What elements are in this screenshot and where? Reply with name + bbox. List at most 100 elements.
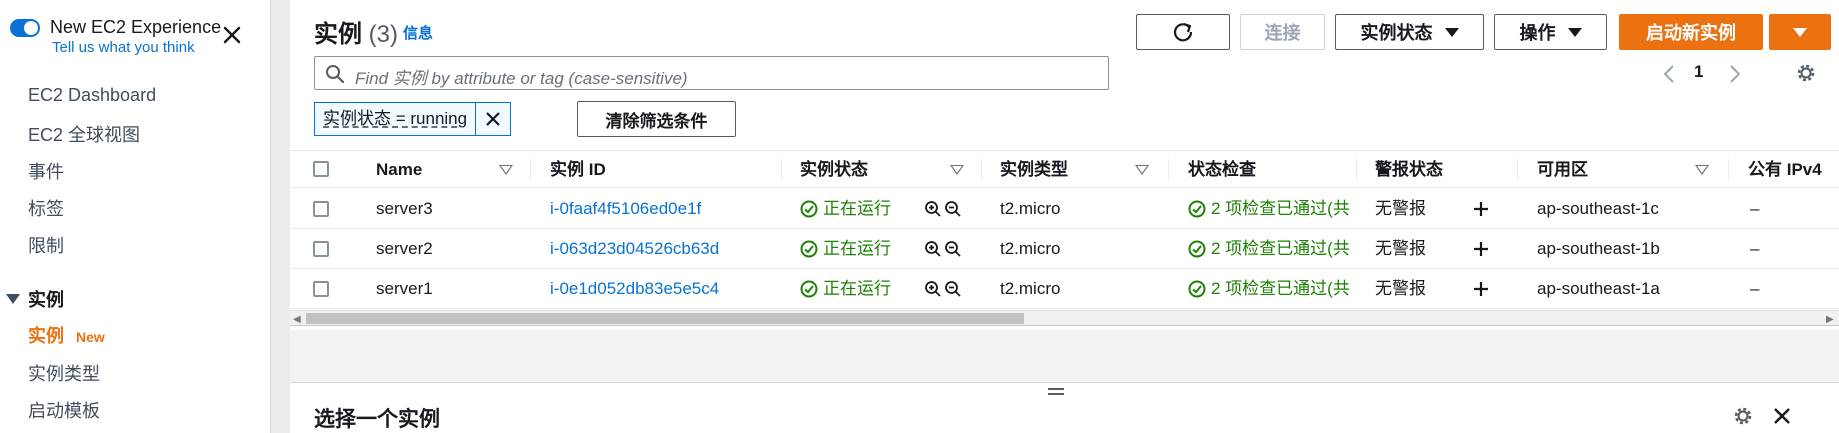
actions-label: 操作 bbox=[1519, 23, 1556, 43]
zoom-controls bbox=[924, 240, 962, 258]
zoom-in-icon[interactable] bbox=[924, 240, 942, 258]
sidebar-item-tags[interactable]: 标签 bbox=[28, 195, 64, 221]
column-header-public-ipv4[interactable]: 公有 IPv4 bbox=[1748, 151, 1822, 188]
instance-id-link[interactable]: i-063d23d04526cb63d bbox=[550, 229, 719, 269]
chevron-right-icon[interactable] bbox=[1728, 64, 1742, 84]
zoom-out-icon[interactable] bbox=[944, 280, 962, 298]
refresh-icon bbox=[1173, 22, 1193, 42]
connect-button[interactable]: 连接 bbox=[1240, 14, 1325, 50]
column-header-name[interactable]: Name bbox=[376, 151, 422, 188]
filter-token-label[interactable]: 实例状态 = running bbox=[315, 103, 477, 135]
status-ok-icon bbox=[800, 240, 818, 258]
refresh-button[interactable] bbox=[1136, 14, 1230, 50]
page-number[interactable]: 1 bbox=[1694, 62, 1703, 82]
sidebar-item-limits[interactable]: 限制 bbox=[28, 232, 64, 258]
instance-type: t2.micro bbox=[1000, 199, 1061, 218]
table-header: Name 实例 ID 实例状态 实例类型 状态检查 警报状态 可用区 公有 IP… bbox=[290, 150, 1839, 188]
status-check[interactable]: 2 项检查已通过(共 bbox=[1188, 189, 1350, 229]
sidebar-scrollbar[interactable] bbox=[270, 0, 290, 433]
scrollbar-thumb[interactable] bbox=[306, 313, 1024, 324]
remove-filter-button[interactable] bbox=[476, 103, 510, 135]
zoom-out-icon[interactable] bbox=[944, 240, 962, 258]
zoom-controls bbox=[924, 280, 962, 298]
new-experience-toggle-row: New EC2 Experience Tell us what you thin… bbox=[10, 16, 221, 58]
instance-state-text: 正在运行 bbox=[823, 199, 891, 218]
status-ok-icon bbox=[1188, 240, 1206, 258]
launch-instance-button[interactable]: 启动新实例 bbox=[1619, 14, 1763, 50]
sort-icon[interactable] bbox=[1135, 165, 1149, 175]
table-row[interactable]: server1 i-0e1d052db83e5e5c4 正在运行 t2.micro 2 … bbox=[290, 269, 1839, 309]
plus-icon[interactable] bbox=[1472, 240, 1490, 258]
chevron-left-icon[interactable] bbox=[1662, 64, 1676, 84]
instance-state: 正在运行 bbox=[800, 189, 891, 229]
column-header-alarm-status[interactable]: 警报状态 bbox=[1375, 151, 1443, 188]
new-experience-toggle[interactable] bbox=[10, 19, 40, 37]
scroll-left-arrow[interactable]: ◀ bbox=[293, 314, 301, 325]
table-row[interactable]: server3 i-0faaf4f5106ed0e1f 正在运行 t2.micro 2 … bbox=[290, 189, 1839, 229]
filter-token[interactable]: 实例状态 = running bbox=[314, 102, 512, 136]
instance-id-link[interactable]: i-0e1d052db83e5e5c4 bbox=[550, 269, 719, 309]
availability-zone: ap-southeast-1c bbox=[1537, 199, 1659, 218]
column-header-availability-zone[interactable]: 可用区 bbox=[1537, 151, 1588, 188]
status-ok-icon bbox=[800, 200, 818, 218]
close-icon[interactable] bbox=[221, 24, 243, 46]
zoom-in-icon[interactable] bbox=[924, 280, 942, 298]
new-experience-title: New EC2 Experience bbox=[50, 17, 222, 37]
zoom-in-icon[interactable] bbox=[924, 200, 942, 218]
status-check[interactable]: 2 项检查已通过(共 bbox=[1188, 229, 1350, 269]
split-panel: 选择一个实例 bbox=[290, 382, 1839, 433]
split-panel-title: 选择一个实例 bbox=[314, 408, 440, 431]
search-input[interactable]: Find 实例 by attribute or tag (case-sensit… bbox=[314, 56, 1109, 90]
sidebar-item-global-view[interactable]: EC2 全球视图 bbox=[28, 121, 140, 147]
zoom-controls bbox=[924, 200, 962, 218]
settings-icon[interactable] bbox=[1732, 405, 1754, 427]
column-header-status-check[interactable]: 状态检查 bbox=[1188, 151, 1256, 188]
sidebar-section-instances[interactable]: 实例 bbox=[6, 286, 64, 312]
zoom-out-icon[interactable] bbox=[944, 200, 962, 218]
scroll-right-arrow[interactable]: ▶ bbox=[1826, 314, 1834, 325]
plus-icon[interactable] bbox=[1472, 280, 1490, 298]
clear-filters-button[interactable]: 清除筛选条件 bbox=[577, 101, 736, 137]
row-checkbox[interactable] bbox=[313, 241, 329, 257]
sidebar-item-launch-templates[interactable]: 启动模板 bbox=[28, 397, 100, 423]
split-panel-resize-handle[interactable] bbox=[1048, 388, 1064, 398]
column-header-instance-type[interactable]: 实例类型 bbox=[1000, 151, 1068, 188]
status-ok-icon bbox=[1188, 280, 1206, 298]
settings-icon[interactable] bbox=[1795, 62, 1817, 84]
sidebar-item-label: 实例 bbox=[28, 326, 64, 346]
sort-icon[interactable] bbox=[499, 165, 513, 175]
search-icon bbox=[326, 65, 345, 84]
main-content: 实例 (3) 信息 连接 实例状态 操作 启动新实例 Find 实例 by at… bbox=[290, 0, 1839, 433]
public-ipv4: – bbox=[1750, 239, 1760, 258]
table-row[interactable]: server2 i-063d23d04526cb63d 正在运行 t2.micro 2 … bbox=[290, 229, 1839, 269]
availability-zone: ap-southeast-1a bbox=[1537, 279, 1660, 298]
row-checkbox[interactable] bbox=[313, 281, 329, 297]
select-all-checkbox[interactable] bbox=[313, 161, 329, 177]
actions-dropdown[interactable]: 操作 bbox=[1494, 14, 1607, 50]
instance-state-label: 实例状态 bbox=[1360, 23, 1433, 43]
instance-type: t2.micro bbox=[1000, 279, 1061, 298]
caret-down-icon bbox=[1793, 27, 1807, 37]
feedback-link[interactable]: Tell us what you think bbox=[52, 38, 221, 58]
table-horizontal-scrollbar[interactable]: ◀ ▶ bbox=[290, 310, 1839, 326]
sort-icon[interactable] bbox=[1695, 165, 1709, 175]
sidebar-item-ec2-dashboard[interactable]: EC2 Dashboard bbox=[28, 85, 156, 106]
plus-icon[interactable] bbox=[1472, 200, 1490, 218]
sidebar-item-instances[interactable]: 实例 New bbox=[28, 322, 105, 348]
page-title-text: 实例 bbox=[314, 21, 362, 48]
launch-options-dropdown[interactable] bbox=[1769, 14, 1831, 50]
close-icon[interactable] bbox=[1772, 406, 1792, 426]
sidebar-item-events[interactable]: 事件 bbox=[28, 158, 64, 184]
column-header-instance-state[interactable]: 实例状态 bbox=[800, 151, 868, 188]
info-link[interactable]: 信息 bbox=[403, 22, 433, 43]
instance-state-dropdown[interactable]: 实例状态 bbox=[1335, 14, 1484, 50]
row-checkbox[interactable] bbox=[313, 201, 329, 217]
column-header-instance-id[interactable]: 实例 ID bbox=[550, 151, 606, 188]
status-ok-icon bbox=[800, 280, 818, 298]
instance-id-link[interactable]: i-0faaf4f5106ed0e1f bbox=[550, 189, 701, 229]
status-check[interactable]: 2 项检查已通过(共 bbox=[1188, 269, 1350, 309]
sidebar-item-instance-types[interactable]: 实例类型 bbox=[28, 360, 100, 386]
caret-down-icon bbox=[6, 294, 20, 304]
sort-icon[interactable] bbox=[950, 165, 964, 175]
status-check-text: 2 项检查已通过(共 bbox=[1211, 279, 1350, 298]
